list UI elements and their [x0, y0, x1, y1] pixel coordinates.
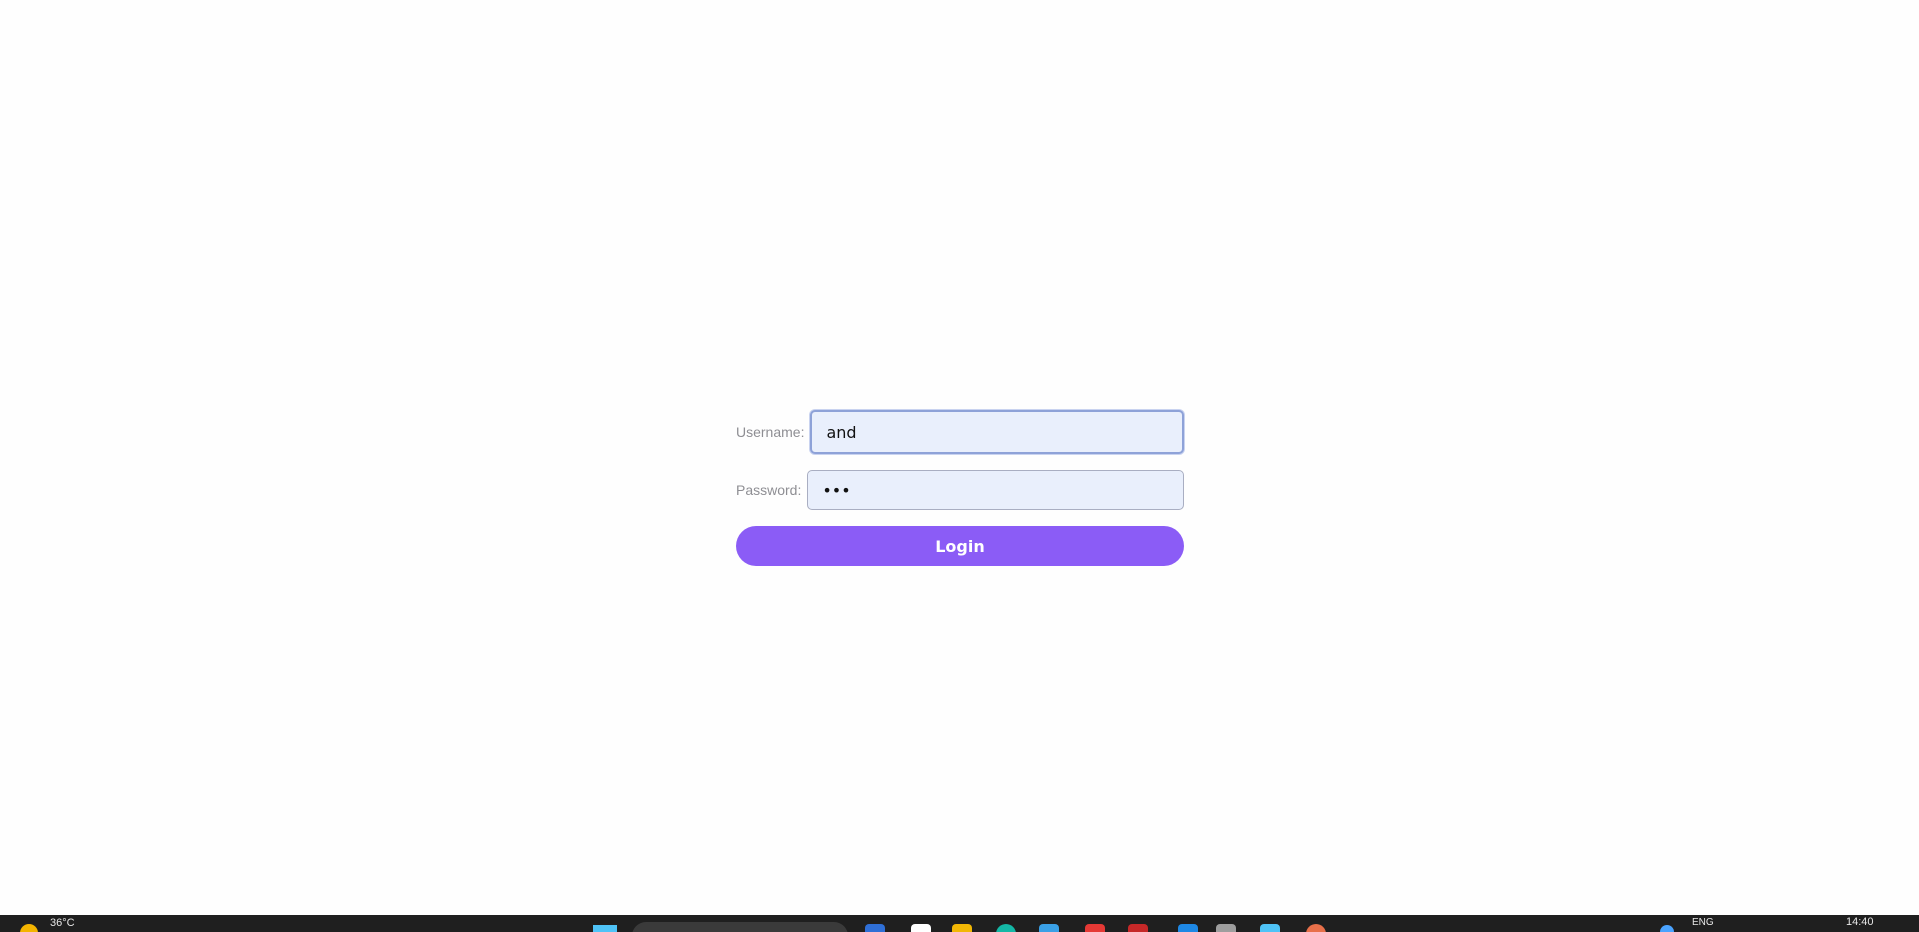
start-icon[interactable]	[593, 925, 617, 932]
copilot-icon[interactable]	[865, 924, 885, 932]
app-icon[interactable]	[1128, 924, 1148, 932]
search-box[interactable]	[632, 922, 848, 932]
password-label: Password:	[736, 482, 802, 498]
network-icon[interactable]	[1660, 925, 1674, 932]
chrome-icon[interactable]	[1306, 924, 1326, 932]
clock[interactable]: 14:40	[1846, 916, 1874, 928]
browser-icon[interactable]	[996, 924, 1016, 932]
store-icon[interactable]	[1039, 924, 1059, 932]
mail-icon[interactable]	[1085, 924, 1105, 932]
edge-icon[interactable]	[1178, 924, 1198, 932]
photos-icon[interactable]	[1260, 924, 1280, 932]
username-input[interactable]	[810, 410, 1184, 454]
username-row: Username:	[736, 410, 1184, 454]
login-button[interactable]: Login	[736, 526, 1184, 566]
file-explorer-icon[interactable]	[952, 924, 972, 932]
terminal-icon[interactable]	[1216, 924, 1236, 932]
password-row: Password:	[736, 468, 1184, 512]
password-input[interactable]	[807, 470, 1184, 510]
temperature-text: 36°C	[50, 917, 75, 929]
language-indicator[interactable]: ENG	[1692, 917, 1714, 928]
login-form: Username: Password: Login	[736, 410, 1184, 566]
username-label: Username:	[736, 424, 805, 440]
page: Username: Password: Login 36°C ENG 14:40	[0, 0, 1919, 932]
weather-icon[interactable]	[20, 924, 38, 932]
taskbar: 36°C ENG 14:40	[0, 915, 1919, 932]
notepad-icon[interactable]	[911, 924, 931, 932]
